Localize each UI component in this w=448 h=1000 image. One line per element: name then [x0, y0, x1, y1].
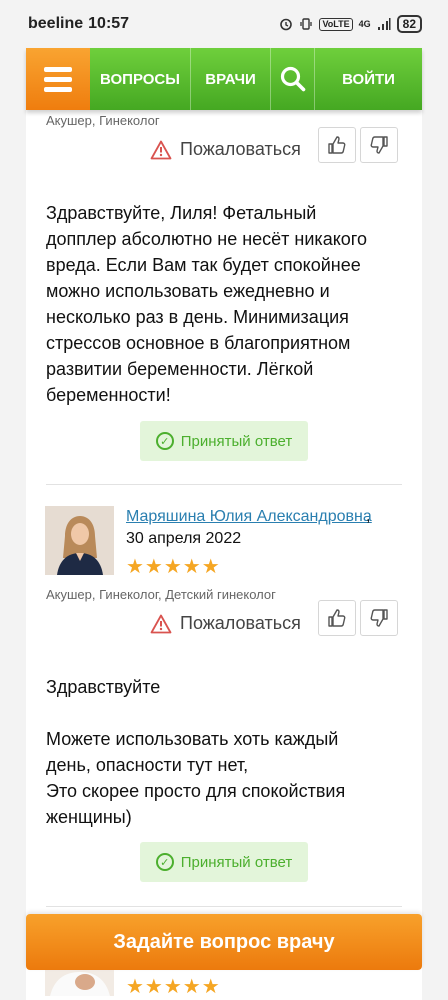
hamburger-icon-bar	[44, 86, 72, 92]
doctor-rating-stars: ★★★★★	[126, 556, 221, 578]
answer-text: Здравствуйте, Лиля! Фетальный допплер аб…	[46, 203, 367, 405]
accepted-label: Принятый ответ	[180, 853, 293, 871]
complain-label: Пожаловаться	[180, 613, 301, 633]
carrier-name: beeline	[28, 15, 84, 32]
top-navigation: ВОПРОСЫ ВРАЧИ ВОЙТИ	[26, 48, 422, 110]
ask-doctor-button[interactable]: Задайте вопрос врачу	[26, 914, 422, 970]
alarm-icon	[280, 18, 293, 31]
thumbs-down-icon	[370, 136, 388, 154]
answer-divider	[46, 484, 402, 485]
thumbs-down-icon	[370, 609, 388, 627]
answer-text: Можете использовать хоть каждый день, оп…	[46, 729, 346, 827]
vibrate-icon	[300, 18, 313, 30]
like-button[interactable]	[318, 600, 356, 636]
nav-login[interactable]: ВОЙТИ	[314, 48, 422, 110]
complain-label: Пожаловаться	[180, 139, 301, 159]
like-button[interactable]	[318, 127, 356, 163]
answer-greeting: Здравствуйте	[46, 677, 161, 697]
thumbs-up-icon	[328, 136, 346, 154]
accepted-answer-badge: ✓ Принятый ответ	[140, 421, 308, 461]
answer-date: 30 апреля 2022	[126, 530, 242, 547]
doctor-avatar[interactable]	[45, 506, 114, 575]
network-label: 4G	[358, 19, 371, 29]
complain-link[interactable]: Пожаловаться	[150, 139, 301, 160]
answer-divider	[46, 906, 402, 907]
nav-questions[interactable]: ВОПРОСЫ	[90, 48, 190, 110]
doctor-rating-stars: ★★★★★	[126, 976, 221, 998]
doctor-specialty: Акушер, Гинеколог	[46, 113, 160, 128]
complain-link[interactable]: Пожаловаться	[150, 613, 301, 634]
menu-button[interactable]	[26, 48, 90, 110]
name-comma: ,	[366, 508, 371, 525]
search-button[interactable]	[270, 48, 314, 110]
nav-green-bar: ВОПРОСЫ ВРАЧИ ВОЙТИ	[90, 48, 422, 110]
clock: 10:57	[88, 15, 130, 32]
warning-icon	[150, 614, 172, 633]
check-circle-icon: ✓	[155, 853, 174, 871]
signal-icon	[377, 18, 391, 30]
warning-icon	[150, 140, 172, 159]
status-bar: beeline 10:57 VoLTE 4G 82	[0, 0, 448, 48]
doctor-specialty: Акушер, Гинеколог, Детский гинеколог	[46, 587, 276, 602]
battery-indicator: 82	[396, 15, 422, 33]
status-icons: VoLTE 4G 82	[279, 15, 422, 33]
doctor-name-link[interactable]: Маряшина Юлия Александровна	[126, 508, 372, 526]
doctor-photo	[45, 506, 114, 575]
accepted-answer-badge: ✓ Принятый ответ	[140, 842, 308, 882]
accepted-label: Принятый ответ	[180, 432, 293, 450]
hamburger-icon-bar	[44, 76, 72, 82]
hamburger-icon	[44, 66, 72, 72]
nav-doctors[interactable]: ВРАЧИ	[190, 48, 270, 110]
dislike-button[interactable]	[360, 127, 398, 163]
thumbs-up-icon	[328, 609, 346, 627]
dislike-button[interactable]	[360, 600, 398, 636]
volte-icon: VoLTE	[319, 17, 353, 31]
check-circle-icon: ✓	[155, 432, 174, 450]
search-icon	[280, 66, 305, 92]
